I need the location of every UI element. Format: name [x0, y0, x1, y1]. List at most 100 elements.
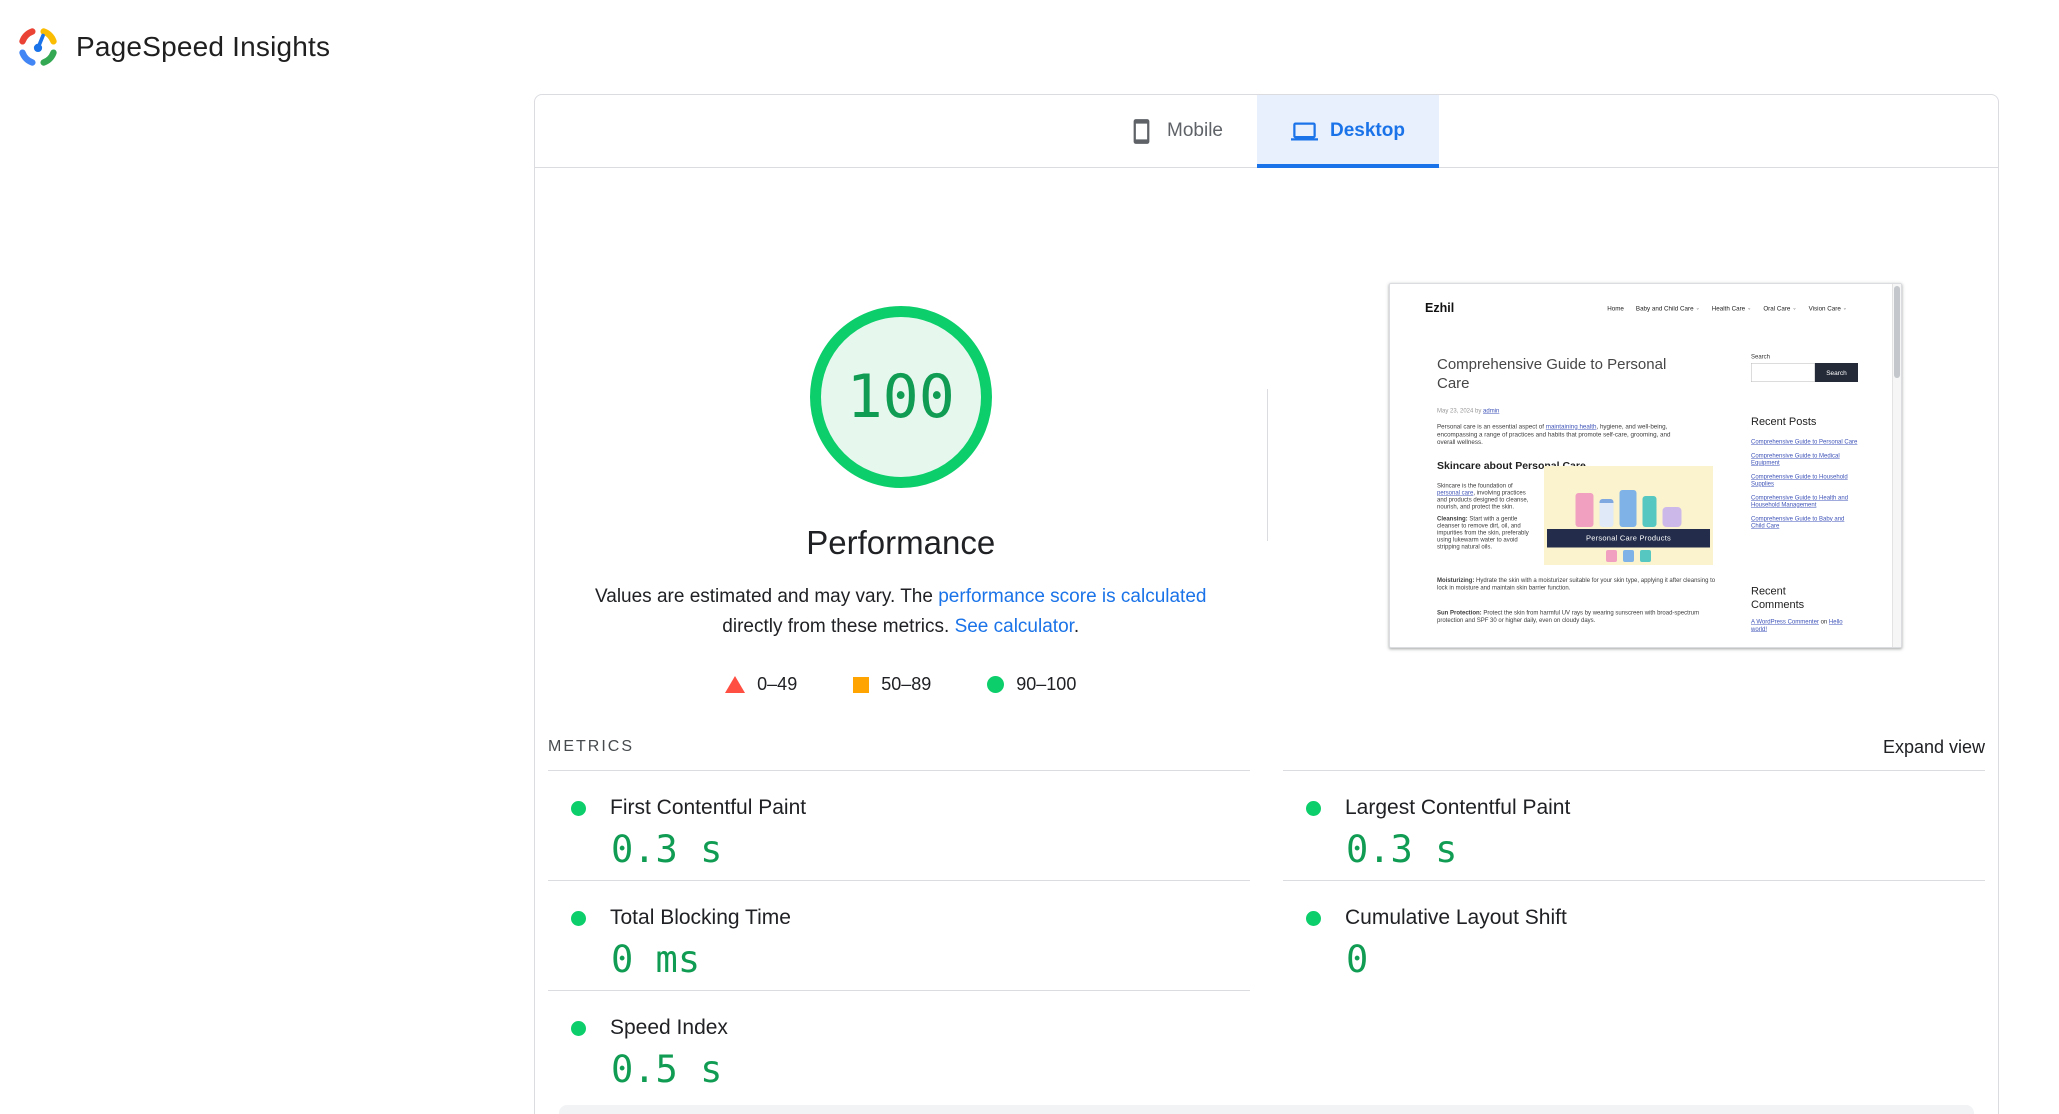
performance-summary: 100 Performance Values are estimated and…	[535, 168, 1998, 728]
screenshot-search-label: Search	[1751, 353, 1770, 360]
tab-desktop[interactable]: Desktop	[1257, 95, 1439, 167]
metric-header: Total Blocking Time	[571, 906, 1250, 930]
tab-mobile-label: Mobile	[1167, 120, 1223, 142]
screenshot-nav-item: Home	[1607, 305, 1624, 312]
screenshot-nav-item: Baby and Child Care⌄	[1635, 305, 1699, 312]
metrics-grid: First Contentful Paint 0.3 s Largest Con…	[548, 770, 1985, 1100]
legend-good-label: 90–100	[1016, 674, 1076, 695]
screenshot-featured-image: Personal Care Products	[1544, 466, 1713, 565]
screenshot-column: Ezhil Home Baby and Child Care⌄ Health C…	[1267, 168, 1999, 728]
product-jar-icon	[1640, 550, 1651, 562]
description-text: Values are estimated and may vary. The	[595, 586, 938, 607]
collapsed-section-bar[interactable]	[559, 1105, 1974, 1114]
legend-poor: 0–49	[725, 674, 797, 695]
metric-name: Largest Contentful Paint	[1345, 796, 1570, 820]
screenshot-post-link: Comprehensive Guide to Health and Househ…	[1751, 494, 1858, 509]
screenshot-recent-posts-list: Comprehensive Guide to Personal Care Com…	[1751, 438, 1858, 529]
good-circle-icon	[571, 1021, 586, 1036]
metrics-header: METRICS Expand view	[548, 736, 1985, 758]
metric-first-contentful-paint: First Contentful Paint 0.3 s	[548, 770, 1250, 880]
legend-good: 90–100	[987, 674, 1076, 695]
screenshot-paragraph-label: Cleansing:	[1437, 515, 1468, 522]
chevron-down-icon: ⌄	[1792, 306, 1796, 312]
product-bottle-icon	[1619, 490, 1636, 527]
good-circle-icon	[987, 676, 1004, 693]
screenshot-body-column: Skincare is the foundation of personal c…	[1437, 482, 1536, 550]
see-calculator-link[interactable]: See calculator	[955, 616, 1074, 637]
metric-cumulative-layout-shift: Cumulative Layout Shift 0	[1283, 880, 1985, 990]
screenshot-paragraph-label: Moisturizing:	[1437, 577, 1474, 584]
app-title-link[interactable]: PageSpeed Insights	[76, 31, 330, 63]
screenshot-site-header: Ezhil Home Baby and Child Care⌄ Health C…	[1425, 301, 1847, 316]
screenshot-post-link: Comprehensive Guide to Personal Care	[1751, 438, 1858, 445]
app-header: PageSpeed Insights	[0, 0, 2059, 94]
legend-average: 50–89	[853, 674, 931, 695]
screenshot-site-logo: Ezhil	[1425, 301, 1454, 316]
mobile-phone-icon	[1128, 118, 1155, 145]
product-illustration	[1544, 550, 1713, 562]
metric-value: 0 ms	[611, 938, 1250, 981]
screenshot-commenter-link: A WordPress Commenter	[1751, 618, 1819, 625]
metric-name: First Contentful Paint	[610, 796, 806, 820]
metric-total-blocking-time: Total Blocking Time 0 ms	[548, 880, 1250, 990]
screenshot-paragraph: Sun Protection: Protect the skin from ha…	[1437, 609, 1717, 624]
screenshot-intro-paragraph: Personal care is an essential aspect of …	[1437, 423, 1672, 446]
metric-header: Largest Contentful Paint	[1306, 796, 1985, 820]
performance-score-value: 100	[847, 362, 955, 432]
metric-largest-contentful-paint: Largest Contentful Paint 0.3 s	[1283, 770, 1985, 880]
chevron-down-icon: ⌄	[1747, 306, 1751, 312]
metric-value: 0.3 s	[611, 828, 1250, 871]
device-tabbar: Mobile Desktop	[535, 95, 1998, 168]
screenshot-site-nav: Home Baby and Child Care⌄ Health Care⌄ O…	[1607, 305, 1847, 312]
screenshot-post-link: Comprehensive Guide to Household Supplie…	[1751, 473, 1858, 488]
metric-name: Total Blocking Time	[610, 906, 791, 930]
product-jar-icon	[1606, 550, 1617, 562]
description-text: directly from these metrics.	[722, 616, 954, 637]
pagespeed-insights-page: PageSpeed Insights Mobile Desktop	[0, 0, 2059, 1114]
screenshot-paragraph-label: Sun Protection:	[1437, 609, 1482, 616]
good-circle-icon	[571, 801, 586, 816]
page-screenshot-thumbnail[interactable]: Ezhil Home Baby and Child Care⌄ Health C…	[1389, 283, 1902, 648]
product-bottle-icon	[1575, 493, 1593, 527]
search-button: Search	[1815, 363, 1858, 382]
metric-value: 0.3 s	[1346, 828, 1985, 871]
metric-header: Speed Index	[571, 1016, 1250, 1040]
description-period: .	[1074, 616, 1079, 637]
legend-poor-label: 0–49	[757, 674, 797, 695]
product-jar-icon	[1623, 550, 1634, 562]
good-circle-icon	[1306, 801, 1321, 816]
metric-name: Cumulative Layout Shift	[1345, 906, 1567, 930]
pagespeed-logo-icon	[16, 25, 60, 69]
screenshot-post-link: Comprehensive Guide to Baby and Child Ca…	[1751, 515, 1858, 530]
score-description-line2: directly from these metrics. See calcula…	[595, 612, 1206, 642]
screenshot-image-caption: Personal Care Products	[1547, 529, 1710, 548]
product-tube-icon	[1599, 499, 1613, 527]
score-calculation-link[interactable]: performance score is calculated	[938, 586, 1206, 607]
average-square-icon	[853, 677, 869, 693]
legend-average-label: 50–89	[881, 674, 931, 695]
score-column: 100 Performance Values are estimated and…	[535, 168, 1267, 728]
screenshot-post-link: Comprehensive Guide to Medical Equipment	[1751, 452, 1858, 467]
performance-category-title: Performance	[806, 524, 995, 562]
screenshot-recent-posts-title: Recent Posts	[1751, 415, 1816, 428]
product-pump-icon	[1642, 496, 1656, 527]
metric-name: Speed Index	[610, 1016, 728, 1040]
screenshot-paragraph: Moisturizing: Hydrate the skin with a mo…	[1437, 577, 1717, 592]
screenshot-inline-link: maintaining health	[1545, 423, 1596, 430]
performance-score-gauge: 100	[810, 306, 992, 488]
screenshot-paragraph: Cleansing: Start with a gentle cleanser …	[1437, 515, 1536, 550]
screenshot-paragraph: Skincare is the foundation of personal c…	[1437, 482, 1536, 510]
screenshot-comment: A WordPress Commenter on Hello world!	[1751, 618, 1858, 633]
chevron-down-icon: ⌄	[1695, 306, 1699, 312]
poor-triangle-icon	[725, 676, 745, 693]
metric-value: 0.5 s	[611, 1048, 1250, 1091]
tab-mobile[interactable]: Mobile	[1094, 95, 1257, 167]
scrollbar-track	[1892, 284, 1901, 647]
screenshot-nav-item: Health Care⌄	[1711, 305, 1751, 312]
screenshot-nav-item: Vision Care⌄	[1808, 305, 1846, 312]
screenshot-author-link: admin	[1483, 407, 1499, 414]
search-input	[1751, 363, 1815, 382]
chevron-down-icon: ⌄	[1842, 306, 1846, 312]
expand-view-button[interactable]: Expand view	[1883, 737, 1985, 758]
metrics-section-title: METRICS	[548, 738, 634, 756]
